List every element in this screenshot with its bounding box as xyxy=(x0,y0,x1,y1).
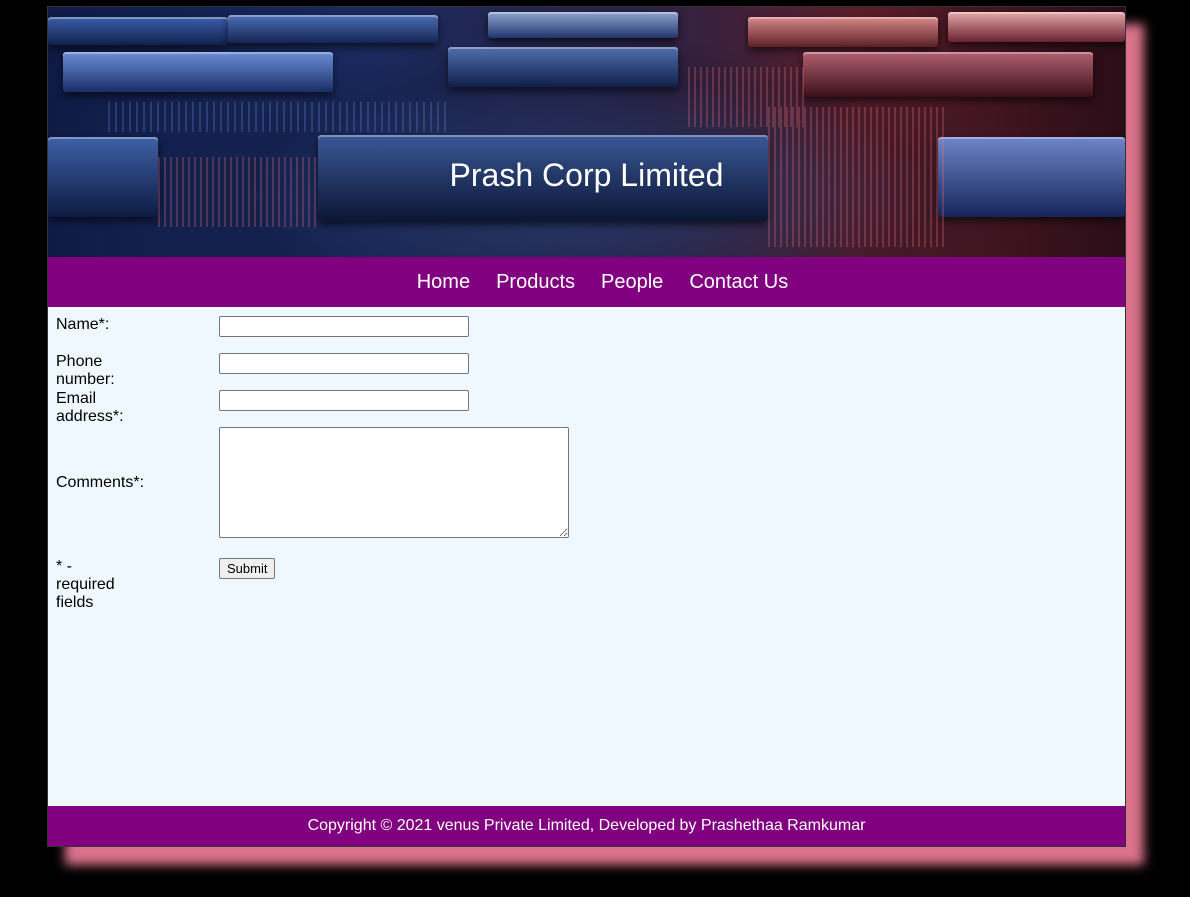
submit-button[interactable]: Submit xyxy=(219,558,276,579)
nav-home-link[interactable]: Home xyxy=(417,271,470,294)
nav-products-link[interactable]: Products xyxy=(496,271,575,294)
site-title: Prash Corp Limited xyxy=(449,157,724,193)
phone-input[interactable] xyxy=(219,353,469,374)
comments-textarea[interactable] xyxy=(219,427,569,538)
header-banner: Prash Corp Limited xyxy=(48,7,1125,257)
nav-people-link[interactable]: People xyxy=(601,271,663,294)
page-container: Prash Corp Limited Home Products People … xyxy=(47,6,1126,847)
phone-label: Phone number: xyxy=(56,353,115,388)
email-input[interactable] xyxy=(219,390,469,411)
nav-contact-link[interactable]: Contact Us xyxy=(689,271,788,294)
footer-copyright: Copyright © 2021 venus Private Limited, … xyxy=(307,817,866,834)
required-fields-note: * - required fields xyxy=(56,558,115,611)
footer: Copyright © 2021 venus Private Limited, … xyxy=(48,806,1125,846)
email-label: Email address*: xyxy=(56,390,124,425)
comments-label: Comments*: xyxy=(56,474,145,491)
main-nav: Home Products People Contact Us xyxy=(48,257,1125,307)
name-input[interactable] xyxy=(219,316,469,337)
name-label: Name*: xyxy=(56,316,110,333)
